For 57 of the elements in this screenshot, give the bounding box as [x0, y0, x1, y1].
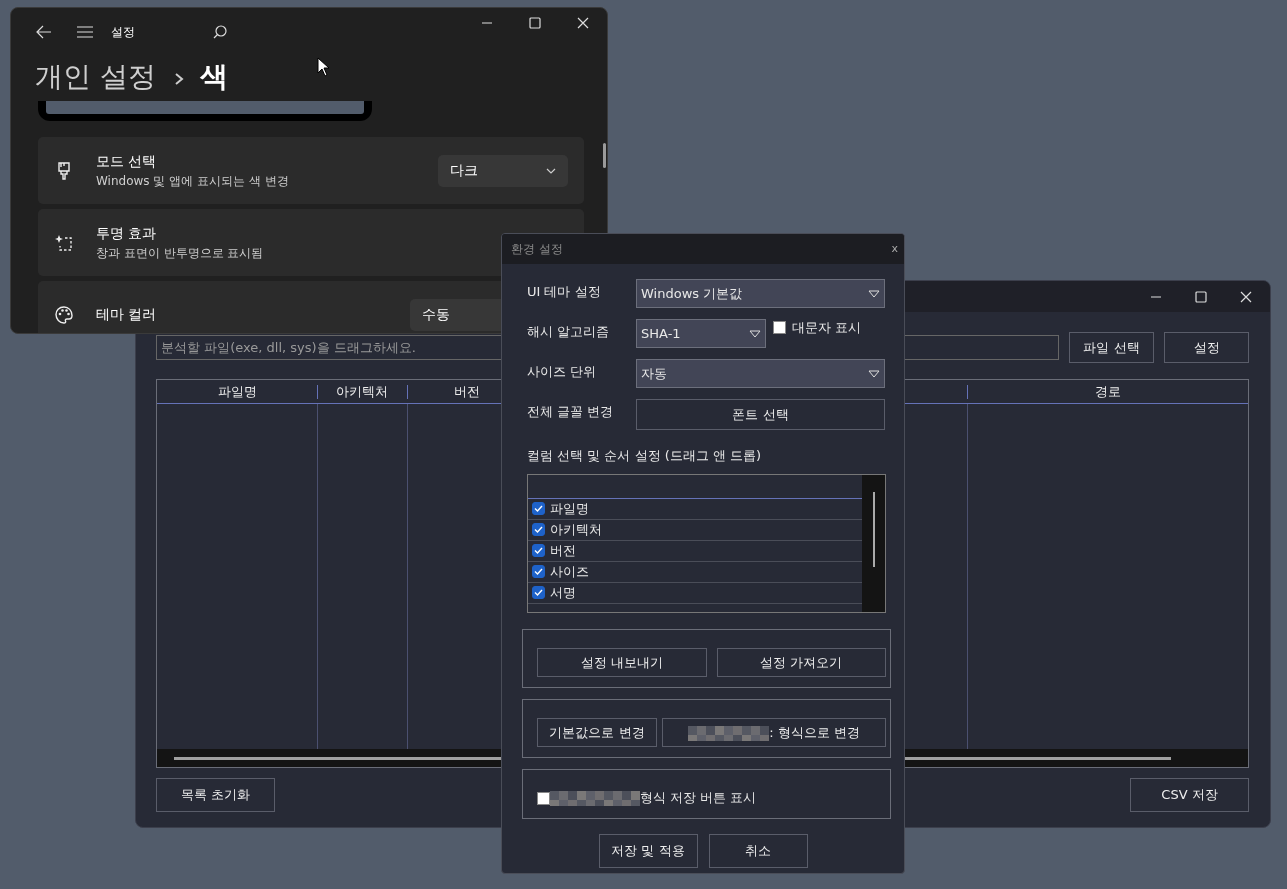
chevron-icon — [173, 72, 184, 86]
column-header[interactable]: 파일명 — [157, 380, 317, 403]
field-label: 전체 글꼴 변경 — [527, 403, 615, 422]
footer-button[interactable]: CSV 저장 — [1130, 778, 1249, 812]
column-list-item[interactable]: 파일명 — [528, 498, 862, 520]
dialog-button[interactable]: 취소 — [708, 833, 808, 868]
maximize-icon[interactable] — [1195, 290, 1207, 303]
select-field[interactable]: Windows 기본값 — [636, 279, 885, 308]
mode-dropdown[interactable]: 다크 — [438, 154, 568, 187]
footer-button[interactable]: 목록 초기화 — [156, 778, 275, 812]
setting-title: 모드 선택 — [96, 152, 158, 171]
dialog-title: 환경 설정 — [511, 241, 564, 258]
dialog-button[interactable]: : 형식으로 변경 — [662, 718, 886, 747]
scrollbar-thumb[interactable] — [603, 143, 606, 168]
column-list-item[interactable]: 버전 — [528, 540, 862, 562]
breadcrumb-item[interactable]: 개인 설정 — [35, 56, 156, 98]
setting-description: 창과 표면이 반투명으로 표시됨 — [96, 245, 264, 262]
maximize-icon[interactable] — [529, 17, 541, 29]
setting-title: 투명 효과 — [96, 224, 158, 243]
column-header[interactable]: 경로 — [967, 380, 1248, 403]
toolbar-button[interactable]: 설정 — [1164, 332, 1249, 363]
column-list-item[interactable]: 사이즈 — [528, 561, 862, 583]
checkbox[interactable] — [537, 791, 550, 805]
window-title: 설정 — [110, 24, 135, 41]
setting-description: Windows 및 앱에 표시되는 색 변경 — [96, 173, 289, 190]
close-icon[interactable] — [1240, 290, 1252, 303]
dialog-button[interactable]: 설정 가져오기 — [716, 648, 886, 677]
dialog-button[interactable]: 기본값으로 변경 — [537, 718, 657, 747]
column-list-item[interactable]: 서명 — [528, 582, 862, 604]
column-header[interactable]: 버전 — [407, 380, 527, 403]
palette-icon — [54, 304, 74, 325]
dropdown-triangle-icon — [868, 289, 880, 298]
select-field[interactable]: SHA-1 — [636, 319, 766, 348]
dialog-button[interactable]: 설정 내보내기 — [537, 648, 707, 677]
close-icon[interactable] — [577, 17, 589, 29]
checkbox-label: 대문자 표시 — [791, 318, 861, 337]
chevron-down-icon — [546, 167, 556, 174]
column-list-item[interactable]: 아키텍처 — [528, 519, 862, 541]
dialog-button[interactable]: 저장 및 적용 — [598, 833, 698, 868]
field-label: 사이즈 단위 — [527, 363, 598, 382]
search-icon[interactable] — [212, 25, 227, 39]
font-select-button[interactable]: 폰트 선택 — [636, 399, 885, 430]
breadcrumb-item: 색 — [199, 59, 228, 95]
toolbar-button[interactable]: 파일 선택 — [1069, 332, 1154, 363]
close-button[interactable]: x — [885, 240, 904, 258]
dropdown-triangle-icon — [749, 329, 761, 338]
mouse-cursor-icon — [317, 57, 331, 77]
dropdown-triangle-icon — [868, 369, 880, 378]
menu-icon[interactable] — [77, 26, 94, 38]
section-label: 컬럼 선택 및 순서 설정 (드래그 앤 드롭) — [527, 447, 763, 465]
column-header[interactable]: 아키텍처 — [317, 380, 407, 403]
back-arrow-icon[interactable] — [36, 25, 52, 39]
checkbox[interactable] — [772, 321, 786, 334]
checkbox-label: 형식 저장 버튼 표시 — [640, 789, 757, 808]
setting-title: 테마 컬러 — [96, 305, 157, 324]
vertical-scrollbar[interactable] — [862, 474, 885, 612]
select-field[interactable]: 자동 — [636, 359, 885, 388]
